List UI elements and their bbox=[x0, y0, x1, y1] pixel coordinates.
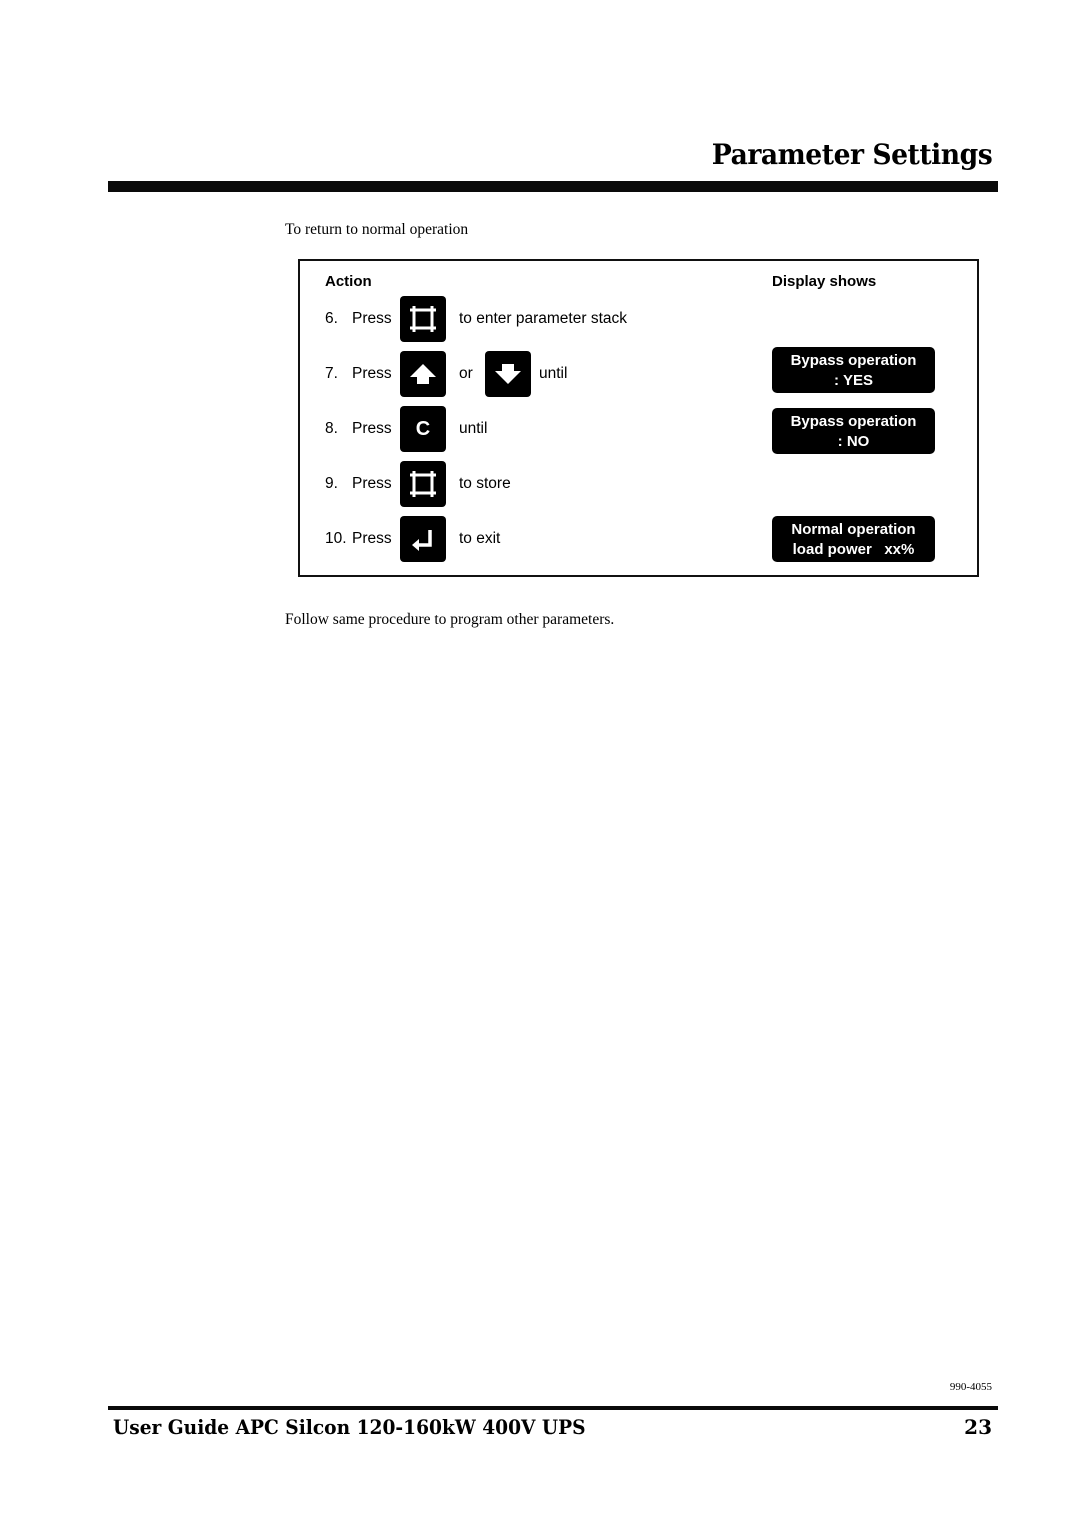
enter-key-button[interactable] bbox=[400, 516, 446, 562]
lcd-line-2: : YES bbox=[834, 371, 873, 389]
footer-title: User Guide APC Silcon 120-160kW 400V UPS bbox=[113, 1415, 586, 1439]
display-column-header: Display shows bbox=[772, 273, 877, 290]
down-arrow-icon bbox=[495, 364, 521, 384]
press-label: Press bbox=[352, 365, 392, 382]
step-number: 7. bbox=[325, 365, 338, 382]
step-number: 9. bbox=[325, 475, 338, 492]
step-description: until bbox=[459, 420, 488, 437]
press-label: Press bbox=[352, 475, 392, 492]
enter-icon bbox=[412, 530, 432, 551]
lcd-display-bypass-yes: Bypass operation : YES bbox=[772, 347, 935, 393]
store-icon bbox=[410, 471, 436, 497]
outro-text: Follow same procedure to program other p… bbox=[285, 611, 615, 628]
store-key-button[interactable] bbox=[400, 461, 446, 507]
press-label: Press bbox=[352, 310, 392, 327]
step-6: 6. Press to enter parameter stack bbox=[300, 296, 977, 342]
step-8: 8. Press C until Bypass operation : NO bbox=[300, 406, 977, 454]
store-icon bbox=[410, 306, 436, 332]
footer-rule bbox=[108, 1406, 998, 1410]
clear-key-button[interactable]: C bbox=[400, 406, 446, 452]
page-number: 23 bbox=[964, 1415, 992, 1439]
document-number: 990-4055 bbox=[949, 1381, 992, 1393]
step-description: to enter parameter stack bbox=[459, 310, 627, 327]
or-label: or bbox=[459, 365, 473, 382]
intro-text: To return to normal operation bbox=[285, 221, 469, 238]
lcd-line-2: load power xx% bbox=[792, 540, 915, 558]
action-column-header: Action bbox=[325, 273, 372, 290]
lcd-line-2: : NO bbox=[837, 432, 870, 450]
store-key-button[interactable] bbox=[400, 296, 446, 342]
press-label: Press bbox=[352, 420, 392, 437]
up-arrow-key-button[interactable] bbox=[400, 351, 446, 397]
lcd-line-1: Normal operation bbox=[791, 521, 916, 538]
header-rule bbox=[108, 181, 998, 192]
lcd-display-bypass-no: Bypass operation : NO bbox=[772, 408, 935, 454]
step-7: 7. Press or until Bypass operation : YES bbox=[300, 347, 977, 397]
clear-icon: C bbox=[415, 417, 431, 440]
step-description: to exit bbox=[459, 530, 501, 547]
up-arrow-icon bbox=[410, 364, 436, 384]
page-title: Parameter Settings bbox=[711, 138, 992, 171]
step-number: 8. bbox=[325, 420, 338, 437]
step-9: 9. Press to store bbox=[300, 461, 977, 507]
step-number: 6. bbox=[325, 310, 338, 327]
procedure-table: Action Display shows 6. Press to enter p… bbox=[298, 259, 979, 577]
lcd-line-1: Bypass operation bbox=[790, 413, 917, 430]
down-arrow-key-button[interactable] bbox=[485, 351, 531, 397]
lcd-line-1: Bypass operation bbox=[790, 352, 917, 369]
step-10: 10. Press to exit Normal operation load … bbox=[300, 516, 977, 562]
press-label: Press bbox=[352, 530, 392, 547]
lcd-display-normal-operation: Normal operation load power xx% bbox=[772, 516, 935, 562]
step-description: to store bbox=[459, 475, 511, 492]
step-number: 10. bbox=[325, 530, 347, 547]
step-description: until bbox=[539, 365, 568, 382]
